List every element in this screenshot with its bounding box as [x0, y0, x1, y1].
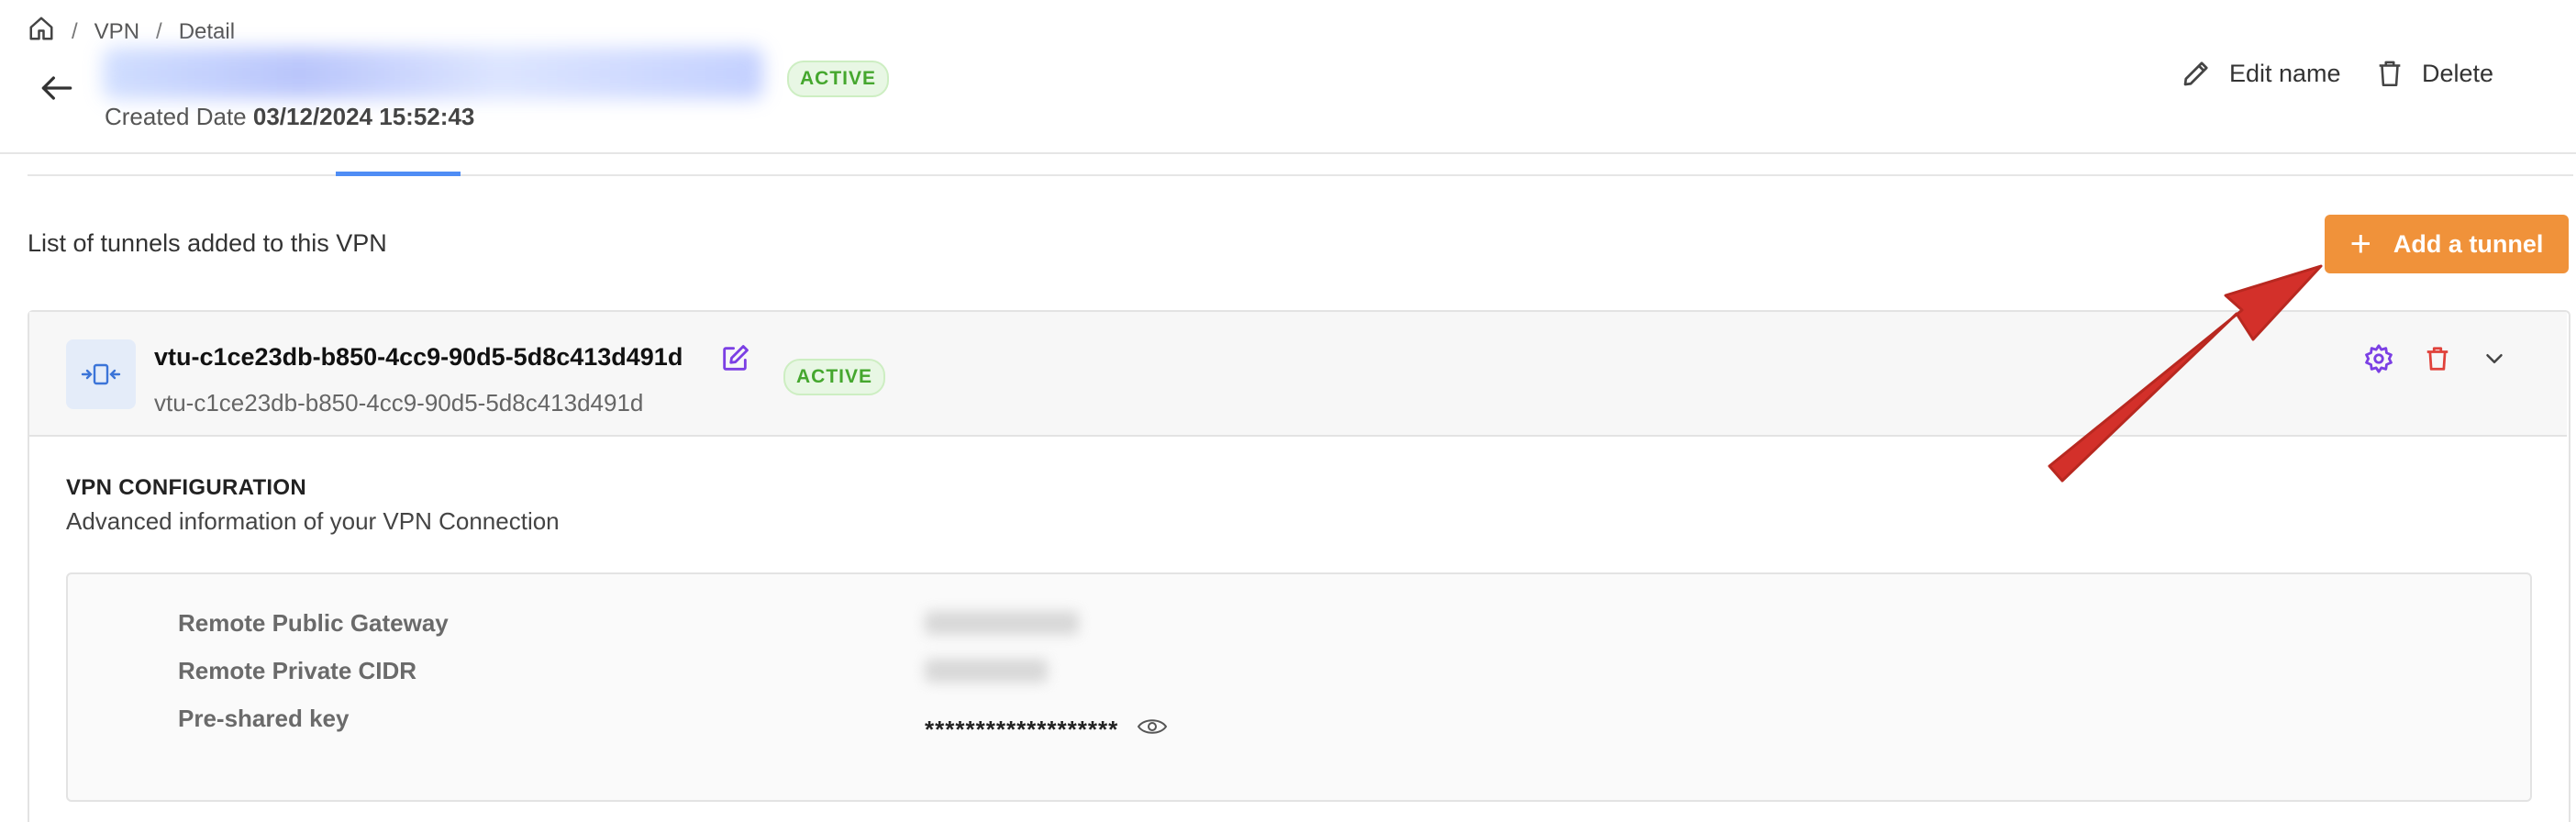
tab-active-indicator: [336, 172, 461, 176]
created-date-label: Created Date: [105, 103, 247, 130]
pre-shared-key-label: Pre-shared key: [178, 705, 350, 732]
delete-label: Delete: [2422, 59, 2494, 87]
edit-name-label: Edit name: [2229, 59, 2341, 87]
home-icon[interactable]: [28, 15, 55, 49]
eye-icon[interactable]: [1118, 716, 1168, 744]
back-arrow-icon[interactable]: [37, 68, 77, 108]
pre-shared-key-value: *******************: [925, 716, 1168, 744]
remote-public-gateway-value-redacted: [925, 611, 1079, 635]
created-date-value: 03/12/2024 15:52:43: [252, 103, 475, 130]
status-badge: ACTIVE: [787, 61, 890, 97]
trash-icon: [2379, 61, 2401, 87]
pre-shared-key-masked: *******************: [925, 716, 1119, 743]
tunnel-id: vtu-c1ce23db-b850-4cc9-90d5-5d8c413d491d: [154, 389, 644, 417]
remote-private-cidr-label: Remote Private CIDR: [178, 657, 417, 684]
vpn-config-subtitle: Advanced information of your VPN Connect…: [66, 507, 560, 535]
annotation-arrow: [2046, 229, 2339, 500]
created-date: Created Date 03/12/2024 15:52:43: [105, 103, 474, 131]
add-tunnel-button[interactable]: + Add a tunnel: [2325, 215, 2569, 273]
remote-private-cidr-value-redacted: [925, 659, 1048, 683]
breadcrumb: / VPN / Detail: [28, 15, 235, 49]
delete-tunnel-icon[interactable]: [2424, 343, 2451, 379]
tunnel-list-title: List of tunnels added to this VPN: [28, 229, 387, 257]
breadcrumb-separator: /: [156, 18, 162, 44]
breadcrumb-vpn[interactable]: VPN: [94, 19, 139, 45]
pencil-icon: [2183, 61, 2208, 86]
plus-icon: +: [2349, 224, 2371, 264]
vpn-name-redacted: [103, 48, 763, 99]
edit-tunnel-name-icon[interactable]: [719, 343, 750, 379]
vpn-config-details: [66, 572, 2532, 802]
breadcrumb-detail: Detail: [178, 18, 236, 44]
edit-name-button[interactable]: Edit name: [2180, 57, 2341, 90]
delete-button[interactable]: Delete: [2374, 57, 2493, 90]
tunnel-status-badge: ACTIVE: [783, 359, 886, 395]
settings-icon[interactable]: [2363, 343, 2394, 379]
tunnel-actions: [2363, 343, 2508, 379]
chevron-down-icon[interactable]: [2481, 345, 2508, 377]
tunnel-name: vtu-c1ce23db-b850-4cc9-90d5-5d8c413d491d: [154, 343, 683, 371]
breadcrumb-separator: /: [72, 18, 78, 44]
tunnel-icon: [66, 339, 136, 409]
remote-public-gateway-label: Remote Public Gateway: [178, 609, 449, 637]
add-tunnel-label: Add a tunnel: [2393, 229, 2544, 258]
vpn-config-title: VPN CONFIGURATION: [66, 475, 306, 500]
